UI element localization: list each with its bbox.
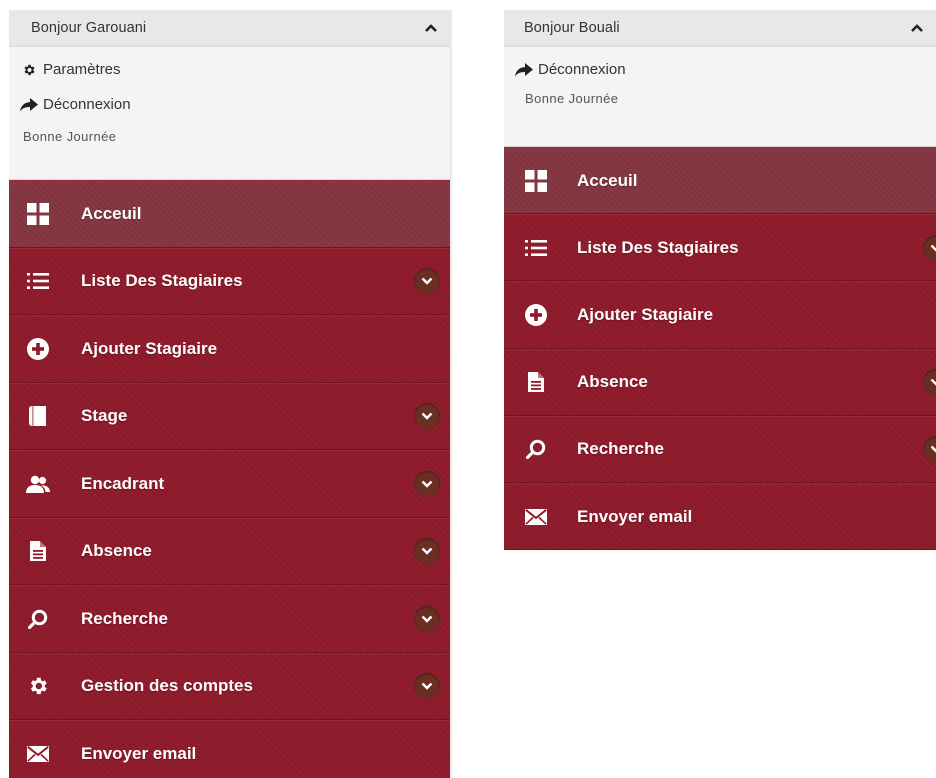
plus-circle-icon <box>26 337 50 361</box>
document-icon <box>26 539 50 563</box>
menu-item-acceuil[interactable]: Acceuil <box>504 147 936 215</box>
menu-label: Ajouter Stagiaire <box>81 338 218 358</box>
chevron-down-icon[interactable] <box>923 436 936 463</box>
menu-item-recherche[interactable]: Recherche <box>504 415 936 483</box>
menu-item-encadrant[interactable]: Encadrant <box>9 450 450 518</box>
menu-item-liste-stagiaires[interactable]: Liste Des Stagiaires <box>9 247 450 315</box>
gear-icon <box>26 674 50 698</box>
greeting-note: Bonne Journée <box>525 91 619 106</box>
envelope-icon <box>524 505 548 529</box>
logout-label: Déconnexion <box>43 96 131 113</box>
chevron-up-icon[interactable] <box>910 22 924 34</box>
menu-item-stage[interactable]: Stage <box>9 382 450 450</box>
logout-link[interactable]: Déconnexion <box>504 52 936 87</box>
menu-label: Envoyer email <box>81 743 197 763</box>
chevron-down-icon[interactable] <box>923 369 936 396</box>
search-icon <box>26 607 50 631</box>
share-arrow-icon <box>514 62 534 78</box>
settings-label: Paramètres <box>43 61 121 78</box>
chevron-down-icon[interactable] <box>414 673 440 700</box>
menu-label: Stage <box>81 406 128 426</box>
menu-item-liste-stagiaires[interactable]: Liste Des Stagiaires <box>504 214 936 282</box>
dashboard-icon <box>26 202 50 226</box>
menu-label: Encadrant <box>81 473 165 493</box>
logout-link[interactable]: Déconnexion <box>9 87 450 122</box>
menu-item-gestion-comptes[interactable]: Gestion des comptes <box>9 652 450 720</box>
logout-label: Déconnexion <box>538 61 626 78</box>
list-icon <box>26 269 50 293</box>
settings-link[interactable]: Paramètres <box>9 52 450 87</box>
chevron-down-icon[interactable] <box>414 268 440 295</box>
plus-circle-icon <box>524 303 548 327</box>
menu-label: Ajouter Stagiaire <box>577 304 714 324</box>
menu-label: Gestion des comptes <box>81 676 253 696</box>
menu-label: Acceuil <box>81 203 142 223</box>
main-menu: Acceuil Liste Des Stagiaires Ajouter Sta… <box>504 147 936 551</box>
user-box: Bonjour Bouali Déconnexion Bonne Journée <box>504 10 936 147</box>
user-greeting: Bonjour Garouani <box>31 20 147 36</box>
document-icon <box>524 370 548 394</box>
menu-label: Liste Des Stagiaires <box>81 271 243 291</box>
menu-label: Acceuil <box>577 170 638 190</box>
user-greeting: Bonjour Bouali <box>524 20 620 36</box>
chevron-down-icon[interactable] <box>414 470 440 497</box>
users-icon <box>26 472 50 496</box>
chevron-down-icon[interactable] <box>414 403 440 430</box>
left-sidebar: Bonjour Garouani Paramètres Déconnexion … <box>9 10 453 778</box>
greeting-note: Bonne Journée <box>23 129 117 144</box>
user-box: Bonjour Garouani Paramètres Déconnexion … <box>9 10 450 180</box>
chevron-down-icon[interactable] <box>923 234 936 261</box>
menu-item-envoyer-email[interactable]: Envoyer email <box>9 720 450 778</box>
menu-label: Liste Des Stagiaires <box>577 237 739 257</box>
menu-label: Envoyer email <box>577 506 693 526</box>
share-arrow-icon <box>19 97 39 113</box>
search-icon <box>524 437 548 461</box>
user-header[interactable]: Bonjour Bouali <box>504 10 936 47</box>
menu-item-ajouter-stagiaire[interactable]: Ajouter Stagiaire <box>504 281 936 349</box>
chevron-up-icon[interactable] <box>424 22 438 34</box>
user-header[interactable]: Bonjour Garouani <box>9 10 450 47</box>
envelope-icon <box>26 742 50 766</box>
menu-item-recherche[interactable]: Recherche <box>9 585 450 653</box>
right-sidebar: Bonjour Bouali Déconnexion Bonne Journée… <box>504 10 936 551</box>
menu-item-absence[interactable]: Absence <box>504 348 936 416</box>
menu-label: Absence <box>81 541 152 561</box>
gear-icon <box>19 62 39 78</box>
menu-label: Absence <box>577 372 648 392</box>
menu-label: Recherche <box>577 439 664 459</box>
menu-item-absence[interactable]: Absence <box>9 517 450 585</box>
menu-label: Recherche <box>81 608 168 628</box>
list-icon <box>524 236 548 260</box>
chevron-down-icon[interactable] <box>414 605 440 632</box>
menu-item-acceuil[interactable]: Acceuil <box>9 180 450 248</box>
chevron-down-icon[interactable] <box>414 538 440 565</box>
menu-item-ajouter-stagiaire[interactable]: Ajouter Stagiaire <box>9 315 450 383</box>
main-menu: Acceuil Liste Des Stagiaires Ajouter Sta… <box>9 180 450 778</box>
book-icon <box>26 404 50 428</box>
dashboard-icon <box>524 169 548 193</box>
menu-item-envoyer-email[interactable]: Envoyer email <box>504 482 936 551</box>
